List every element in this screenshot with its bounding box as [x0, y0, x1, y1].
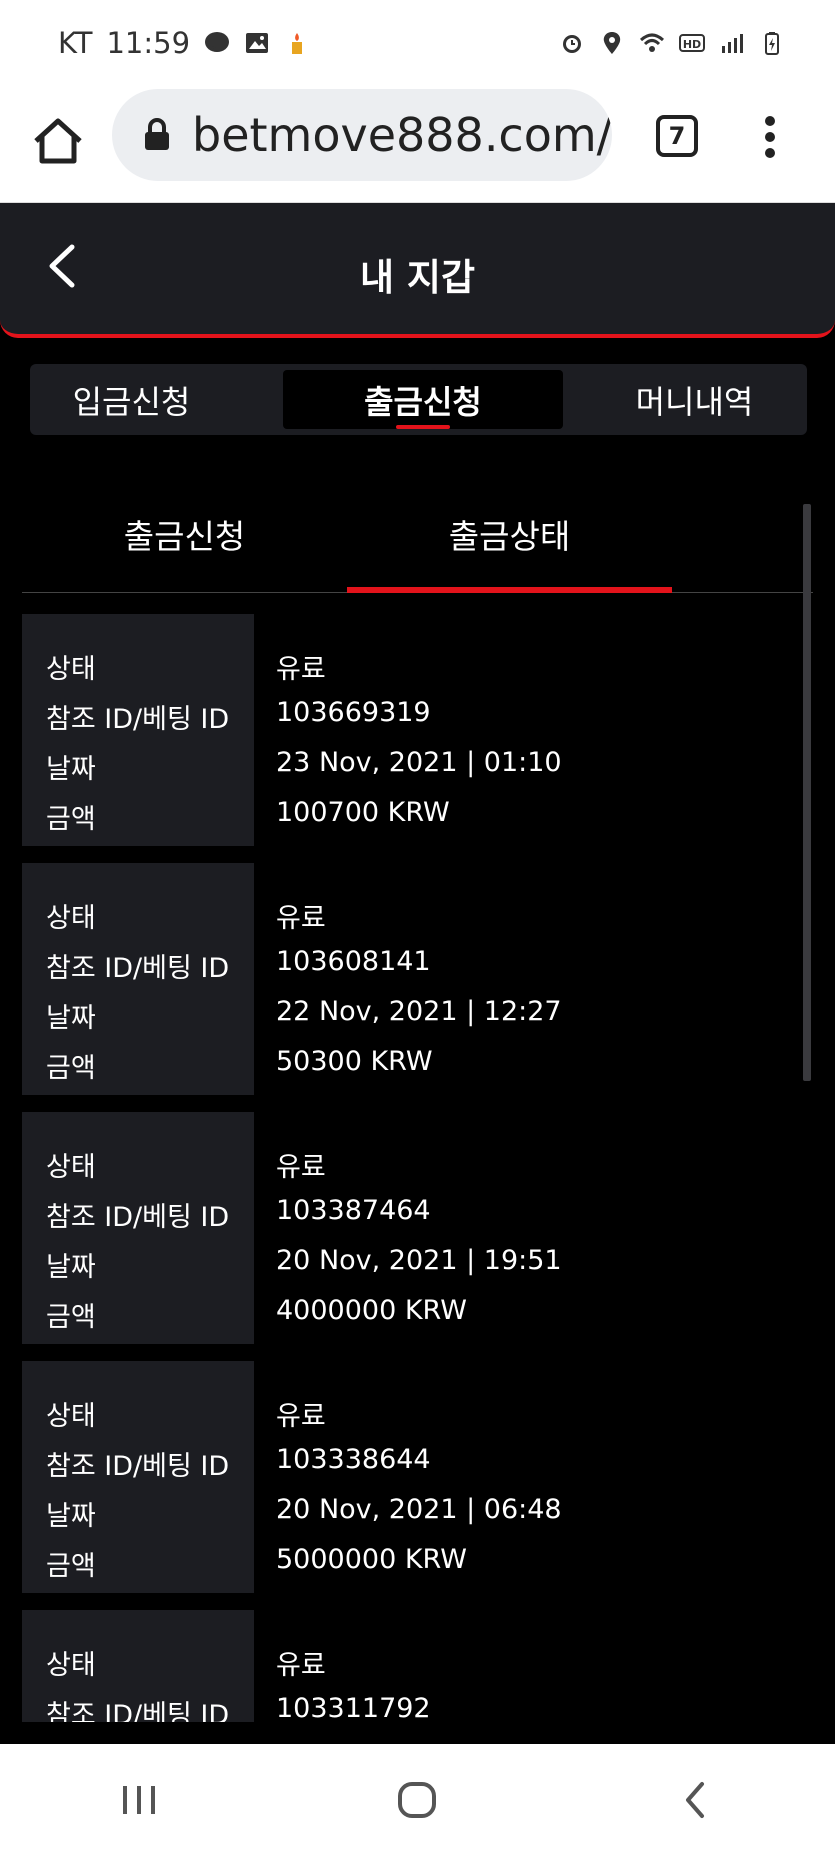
subtab-withdraw-status[interactable]: 출금상태 [347, 495, 672, 573]
date-value: 22 Nov, 2021 | 12:27 [276, 996, 562, 1027]
ref-id-value: 103669319 [276, 697, 431, 728]
clock: 11:59 [106, 25, 191, 60]
ref-id-value: 103311792 [276, 1693, 431, 1722]
signal-icon [722, 33, 743, 53]
recent-apps-icon[interactable] [109, 1770, 169, 1830]
withdraw-status-list: 상태 참조 ID/베팅 ID 날짜 금액 유료 103669319 23 Nov… [22, 614, 802, 1722]
withdraw-record: 상태 참조 ID/베팅 ID 날짜 금액 유료 103608141 22 Nov… [22, 863, 802, 1095]
carrier-label: KT [58, 25, 93, 60]
scrollbar[interactable] [803, 504, 811, 1081]
gallery-icon [246, 32, 269, 53]
amount-label: 금액 [46, 1551, 96, 1582]
wallet-page: 내 지갑 입금신청 출금신청 머니내역 출금신청 출금상태 상태 참조 ID/베… [0, 203, 835, 1744]
tab-money-history[interactable]: 머니내역 [582, 370, 807, 429]
status-label: 상태 [46, 903, 96, 934]
amount-value: 5000000 KRW [276, 1544, 467, 1575]
ref-id-label: 참조 ID/베팅 ID [46, 1700, 230, 1722]
date-value: 20 Nov, 2021 | 06:48 [276, 1494, 562, 1525]
alarm-icon [563, 34, 581, 53]
record-labels: 상태 참조 ID/베팅 ID 날짜 금액 [22, 1361, 254, 1593]
ref-id-label: 참조 ID/베팅 ID [46, 704, 230, 735]
battery-icon [765, 31, 779, 55]
withdraw-record: 상태 참조 ID/베팅 ID 날짜 금액 유료 103338644 20 Nov… [22, 1361, 802, 1593]
date-label: 날짜 [46, 1501, 96, 1532]
date-value: 20 Nov, 2021 | 19:51 [276, 1245, 562, 1276]
status-label: 상태 [46, 654, 96, 685]
url-text: betmove888.com/l [192, 108, 612, 162]
tab-label: 머니내역 [635, 382, 754, 421]
active-subtab-indicator [347, 587, 672, 593]
ref-id-label: 참조 ID/베팅 ID [46, 1451, 230, 1482]
wifi-icon [639, 33, 665, 52]
tab-label: 입금신청 [72, 382, 191, 421]
amount-value: 50300 KRW [276, 1046, 433, 1077]
ref-id-value: 103608141 [276, 946, 431, 977]
home-icon[interactable] [30, 113, 86, 169]
record-labels: 상태 참조 ID/베팅 ID 날짜 금액 [22, 614, 254, 846]
status-value: 유료 [276, 903, 326, 934]
date-label: 날짜 [46, 1252, 96, 1283]
system-nav-bar [0, 1744, 835, 1856]
status-value: 유료 [276, 1650, 326, 1681]
status-value: 유료 [276, 1401, 326, 1432]
wallet-tabs: 입금신청 출금신청 머니내역 [30, 364, 807, 435]
kakaotalk-icon [205, 31, 230, 52]
status-label: 상태 [46, 1401, 96, 1432]
svg-text:HD: HD [683, 38, 701, 51]
candle-icon [292, 32, 303, 54]
date-label: 날짜 [46, 754, 96, 785]
status-value: 유료 [276, 654, 326, 685]
home-nav-icon[interactable] [387, 1770, 447, 1830]
back-nav-icon[interactable] [666, 1770, 726, 1830]
tab-withdraw[interactable]: 출금신청 [283, 370, 563, 429]
date-label: 날짜 [46, 1003, 96, 1034]
location-icon [603, 31, 621, 54]
record-labels: 상태 참조 ID/베팅 ID 날짜 금액 [22, 863, 254, 1095]
date-value: 23 Nov, 2021 | 01:10 [276, 747, 562, 778]
active-tab-indicator [396, 425, 450, 429]
page-header: 내 지갑 [0, 203, 835, 338]
status-label: 상태 [46, 1650, 96, 1681]
amount-label: 금액 [46, 1053, 96, 1084]
browser-toolbar: betmove888.com/l 7 [0, 85, 835, 203]
ref-id-label: 참조 ID/베팅 ID [46, 953, 230, 984]
withdraw-record: 상태 참조 ID/베팅 ID 날짜 금액 유료 103669319 23 Nov… [22, 614, 802, 846]
page-title: 내 지갑 [359, 256, 475, 299]
tab-label: 출금신청 [364, 382, 482, 421]
tab-switcher-button[interactable]: 7 [656, 115, 698, 157]
hd-icon: HD [679, 33, 705, 52]
amount-label: 금액 [46, 1302, 96, 1333]
record-labels: 상태 참조 ID/베팅 ID 날짜 금액 [22, 1610, 254, 1722]
ref-id-value: 103338644 [276, 1444, 431, 1475]
more-menu-icon[interactable] [762, 115, 778, 159]
status-value: 유료 [276, 1152, 326, 1183]
status-bar: KT 11:59 HD [0, 0, 835, 85]
subtab-withdraw-request[interactable]: 출금신청 [22, 495, 347, 573]
status-label: 상태 [46, 1152, 96, 1183]
tab-deposit[interactable]: 입금신청 [30, 370, 233, 429]
amount-label: 금액 [46, 804, 96, 835]
ref-id-label: 참조 ID/베팅 ID [46, 1202, 230, 1233]
record-labels: 상태 참조 ID/베팅 ID 날짜 금액 [22, 1112, 254, 1344]
amount-value: 4000000 KRW [276, 1295, 467, 1326]
ref-id-value: 103387464 [276, 1195, 431, 1226]
amount-value: 100700 KRW [276, 797, 450, 828]
withdraw-record: 상태 참조 ID/베팅 ID 날짜 금액 유료 103387464 20 Nov… [22, 1112, 802, 1344]
lock-icon [145, 118, 169, 150]
withdraw-record: 상태 참조 ID/베팅 ID 날짜 금액 유료 103311792 [22, 1610, 802, 1722]
address-bar[interactable]: betmove888.com/l [112, 89, 612, 181]
